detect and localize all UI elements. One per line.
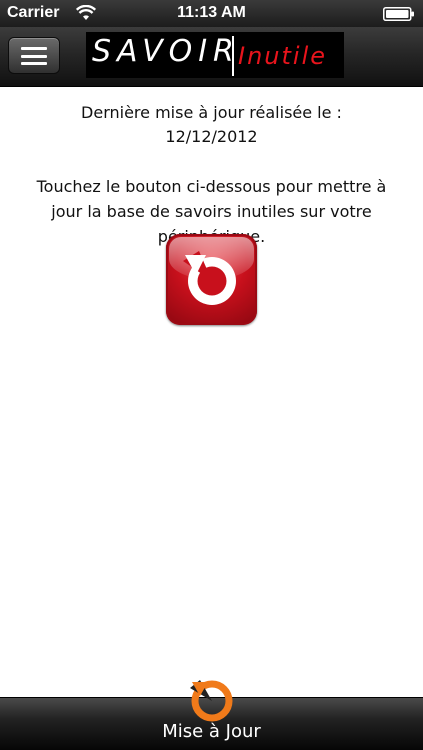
tab-update[interactable]: Mise à Jour bbox=[130, 680, 293, 750]
refresh-icon bbox=[190, 680, 233, 722]
last-update-date: 12/12/2012 bbox=[165, 127, 258, 146]
menu-button[interactable] bbox=[8, 37, 60, 74]
tab-bar: Mise à Jour bbox=[0, 680, 423, 750]
tab-label: Mise à Jour bbox=[162, 721, 261, 742]
app-screen: Carrier 11:13 AM SAVOIR Inutile Dernière… bbox=[0, 0, 423, 750]
last-update-label: Dernière mise à jour réalisée le : bbox=[81, 103, 342, 122]
navigation-bar: SAVOIR Inutile bbox=[0, 27, 423, 87]
refresh-button[interactable] bbox=[166, 234, 257, 325]
hamburger-menu-icon bbox=[21, 47, 47, 65]
status-time: 11:13 AM bbox=[177, 4, 246, 21]
logo-inutile-text: Inutile bbox=[238, 42, 328, 70]
logo-divider bbox=[232, 36, 234, 76]
logo-savoir-text: SAVOIR bbox=[92, 34, 240, 69]
refresh-icon bbox=[183, 251, 236, 305]
app-logo: SAVOIR Inutile bbox=[86, 32, 344, 78]
status-bar: Carrier 11:13 AM bbox=[0, 0, 423, 27]
battery-icon bbox=[383, 7, 414, 21]
